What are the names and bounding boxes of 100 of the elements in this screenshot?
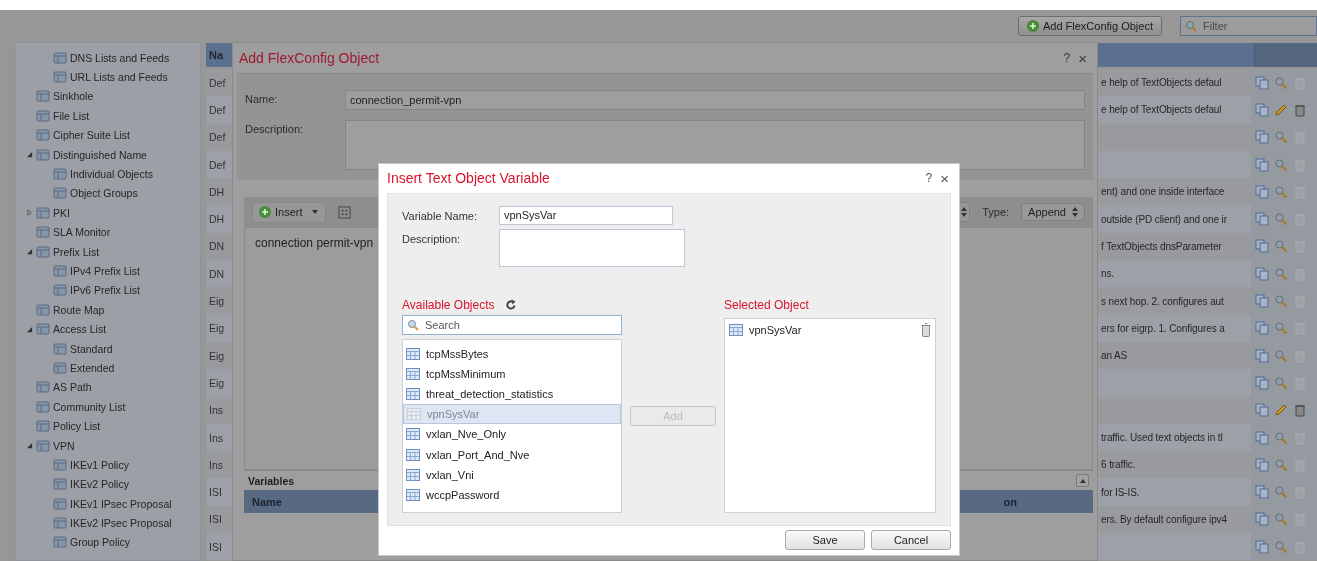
name-field[interactable]: connection_permit-vpn (345, 90, 1085, 110)
copy-icon[interactable] (1255, 539, 1269, 554)
copy-icon[interactable] (1255, 512, 1269, 527)
search-icon[interactable] (1274, 348, 1288, 363)
sidebar-item[interactable]: Route Map (53, 303, 105, 316)
table-cell-text: Def (208, 103, 227, 116)
search-icon[interactable] (1274, 184, 1288, 199)
sidebar-item[interactable]: Prefix List (53, 245, 100, 258)
sidebar-item[interactable]: URL Lists and Feeds (70, 71, 168, 84)
sidebar-item[interactable]: Group Policy (70, 536, 131, 549)
copy-icon[interactable] (1255, 485, 1269, 500)
search-icon[interactable] (1274, 321, 1288, 336)
sidebar-item[interactable]: Extended (70, 361, 115, 374)
sidebar-item[interactable]: IKEv1 IPsec Proposal (70, 497, 172, 510)
sidebar-item[interactable]: IKEv2 IPsec Proposal (70, 517, 172, 530)
help-button[interactable]: ? (1061, 49, 1073, 67)
copy-icon[interactable] (1255, 184, 1269, 199)
search-icon[interactable] (1274, 212, 1288, 227)
add-flexconfig-button[interactable]: Add FlexConfig Object (1017, 16, 1162, 36)
trash-icon[interactable] (921, 322, 931, 337)
grid-icon[interactable] (337, 205, 351, 219)
copy-icon[interactable] (1255, 403, 1269, 418)
trash-icon[interactable] (1293, 102, 1307, 117)
close-button[interactable]: × (1076, 49, 1089, 67)
sidebar-item[interactable]: IKEv2 Policy (70, 478, 129, 491)
sidebar-item[interactable]: Policy List (53, 420, 101, 433)
copy-icon[interactable] (1255, 239, 1269, 254)
sidebar-item[interactable]: Access List (53, 323, 107, 336)
refresh-icon[interactable] (504, 298, 517, 311)
expander-icon[interactable] (26, 151, 33, 159)
pencil-icon[interactable] (1274, 102, 1288, 117)
insert-button[interactable]: Insert (252, 201, 326, 223)
sidebar-item[interactable]: PKI (53, 206, 70, 219)
search-icon[interactable] (1274, 375, 1288, 390)
sidebar-item[interactable]: Standard (70, 342, 113, 355)
list-item[interactable]: vpnSysVar (403, 404, 621, 425)
copy-icon[interactable] (1255, 321, 1269, 336)
type-dropdown[interactable]: Append (1021, 203, 1085, 221)
list-item[interactable]: tcpMssMinimum (403, 363, 621, 384)
sidebar-item[interactable]: IKEv1 Policy (70, 458, 129, 471)
table-cell-text: DN (208, 240, 226, 253)
search-field[interactable]: Search (402, 314, 622, 335)
sidebar-item[interactable]: DNS Lists and Feeds (70, 51, 170, 64)
copy-icon[interactable] (1255, 430, 1269, 445)
help-button[interactable]: ? (923, 169, 935, 187)
list-item[interactable]: vxlan_Port_And_Nve (403, 444, 621, 465)
search-icon[interactable] (1274, 266, 1288, 281)
sidebar-item[interactable]: Sinkhole (53, 90, 94, 103)
item-icon (36, 244, 50, 259)
filter-field[interactable]: Filter (1180, 16, 1317, 36)
cancel-button[interactable]: Cancel (871, 530, 951, 551)
copy-icon[interactable] (1255, 294, 1269, 308)
description-field[interactable] (345, 120, 1085, 170)
copy-icon[interactable] (1255, 457, 1269, 472)
sidebar-item[interactable]: Distinguished Name (53, 148, 147, 161)
search-icon[interactable] (1274, 157, 1288, 172)
sidebar-item[interactable]: Object Groups (70, 187, 138, 200)
sidebar-item[interactable]: IPv4 Prefix List (70, 265, 141, 277)
search-icon[interactable] (1274, 539, 1288, 554)
search-icon[interactable] (1274, 130, 1288, 145)
expander-icon[interactable] (26, 248, 33, 256)
copy-icon[interactable] (1255, 348, 1269, 363)
copy-icon[interactable] (1255, 375, 1269, 390)
copy-icon[interactable] (1255, 130, 1269, 145)
expander-icon[interactable] (26, 209, 33, 217)
table-cell-text: Ins (208, 458, 224, 471)
pencil-icon[interactable] (1274, 403, 1288, 418)
trash-icon[interactable] (1293, 403, 1307, 418)
copy-icon[interactable] (1255, 157, 1269, 172)
list-item[interactable]: tcpMssBytes (403, 343, 621, 364)
variable-name-field[interactable]: vpnSysVar (499, 205, 673, 225)
copy-icon[interactable] (1255, 102, 1269, 117)
sidebar-item[interactable]: Cipher Suite List (53, 129, 131, 142)
copy-icon[interactable] (1255, 212, 1269, 227)
sidebar-item[interactable]: SLA Monitor (53, 226, 111, 239)
description-field[interactable] (499, 228, 685, 267)
list-item[interactable]: threat_detection_statistics (403, 383, 621, 405)
sidebar-item[interactable]: Individual Objects (70, 168, 153, 181)
search-icon[interactable] (1274, 512, 1288, 527)
sidebar-item[interactable]: AS Path (53, 381, 92, 394)
save-button[interactable]: Save (785, 530, 865, 551)
search-icon[interactable] (1274, 485, 1288, 500)
search-icon[interactable] (1274, 75, 1288, 90)
column-header[interactable]: Na (206, 43, 234, 67)
copy-icon[interactable] (1255, 75, 1269, 90)
search-icon[interactable] (1274, 239, 1288, 254)
search-icon[interactable] (1274, 457, 1288, 472)
search-icon[interactable] (1274, 294, 1288, 308)
sidebar-item[interactable]: Community List (53, 400, 126, 413)
sidebar-item[interactable]: File List (53, 109, 90, 122)
sidebar-item[interactable]: VPN (53, 439, 75, 452)
sidebar-item[interactable]: IPv6 Prefix List (70, 284, 141, 297)
list-item[interactable]: vxlan_Nve_Only (403, 424, 621, 445)
copy-icon[interactable] (1255, 266, 1269, 281)
search-icon[interactable] (1274, 430, 1288, 445)
expander-icon[interactable] (26, 325, 33, 333)
expander-icon[interactable] (26, 442, 33, 449)
close-button[interactable]: × (938, 169, 951, 187)
collapse-button[interactable] (1076, 474, 1089, 487)
item-icon (53, 264, 67, 278)
